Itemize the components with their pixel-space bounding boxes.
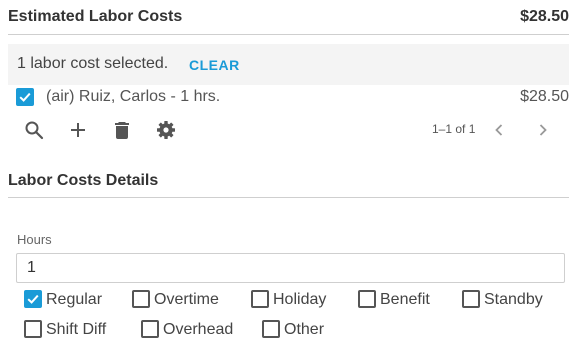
toolbar: 1–1 of 1 [8, 116, 569, 144]
checkbox-label: Overtime [154, 291, 219, 308]
chevron-right-icon[interactable] [533, 120, 553, 140]
selection-bar: 1 labor cost selected. CLEAR [8, 44, 569, 85]
checkbox-label: Regular [46, 291, 103, 308]
checkbox-box [251, 290, 269, 308]
checkbox-label: Holiday [273, 291, 327, 308]
settings-icon[interactable] [154, 118, 178, 142]
checkbox-box [462, 290, 480, 308]
clear-selection-button[interactable]: CLEAR [189, 57, 240, 73]
page-title: Estimated Labor Costs [8, 8, 183, 25]
row-checkbox[interactable] [16, 88, 34, 106]
labor-costs-details-header: Labor Costs Details [8, 160, 569, 198]
checkbox-box [262, 320, 280, 338]
row-amount: $28.50 [520, 88, 569, 105]
check-icon [19, 92, 31, 102]
check-icon [27, 294, 39, 304]
checkbox-shift-diff[interactable]: Shift Diff [24, 319, 112, 341]
checkbox-box [141, 320, 159, 338]
hours-label: Hours [17, 232, 52, 247]
chevron-left-icon[interactable] [489, 120, 509, 140]
hours-input[interactable] [16, 253, 565, 283]
search-icon[interactable] [22, 118, 46, 142]
checkbox-label: Shift Diff [46, 321, 107, 338]
table-row[interactable]: (air) Ruiz, Carlos - 1 hrs. $28.50 [8, 86, 569, 110]
checkbox-box [24, 320, 42, 338]
checkbox-box [24, 290, 42, 308]
checkbox-label: Standby [484, 291, 543, 308]
delete-icon[interactable] [110, 118, 134, 142]
checkbox-holiday[interactable]: Holiday [251, 289, 331, 311]
row-description: (air) Ruiz, Carlos - 1 hrs. [46, 88, 221, 105]
checkbox-regular[interactable]: Regular [24, 289, 104, 311]
section-title: Labor Costs Details [8, 172, 159, 189]
checkbox-box [358, 290, 376, 308]
total-amount: $28.50 [520, 8, 569, 25]
checkbox-standby[interactable]: Standby [462, 289, 546, 311]
checkbox-overtime[interactable]: Overtime [132, 289, 224, 311]
checkbox-label: Other [284, 321, 325, 338]
checkbox-overhead[interactable]: Overhead [141, 319, 233, 341]
estimated-labor-costs-header: Estimated Labor Costs $28.50 [8, 0, 569, 35]
add-icon[interactable] [66, 118, 90, 142]
checkbox-label: Benefit [380, 291, 430, 308]
selection-status: 1 labor cost selected. [17, 55, 169, 72]
checkbox-benefit[interactable]: Benefit [358, 289, 434, 311]
checkbox-box [132, 290, 150, 308]
pagination-status: 1–1 of 1 [432, 122, 476, 136]
checkbox-other[interactable]: Other [262, 319, 326, 341]
checkbox-label: Overhead [163, 321, 234, 338]
